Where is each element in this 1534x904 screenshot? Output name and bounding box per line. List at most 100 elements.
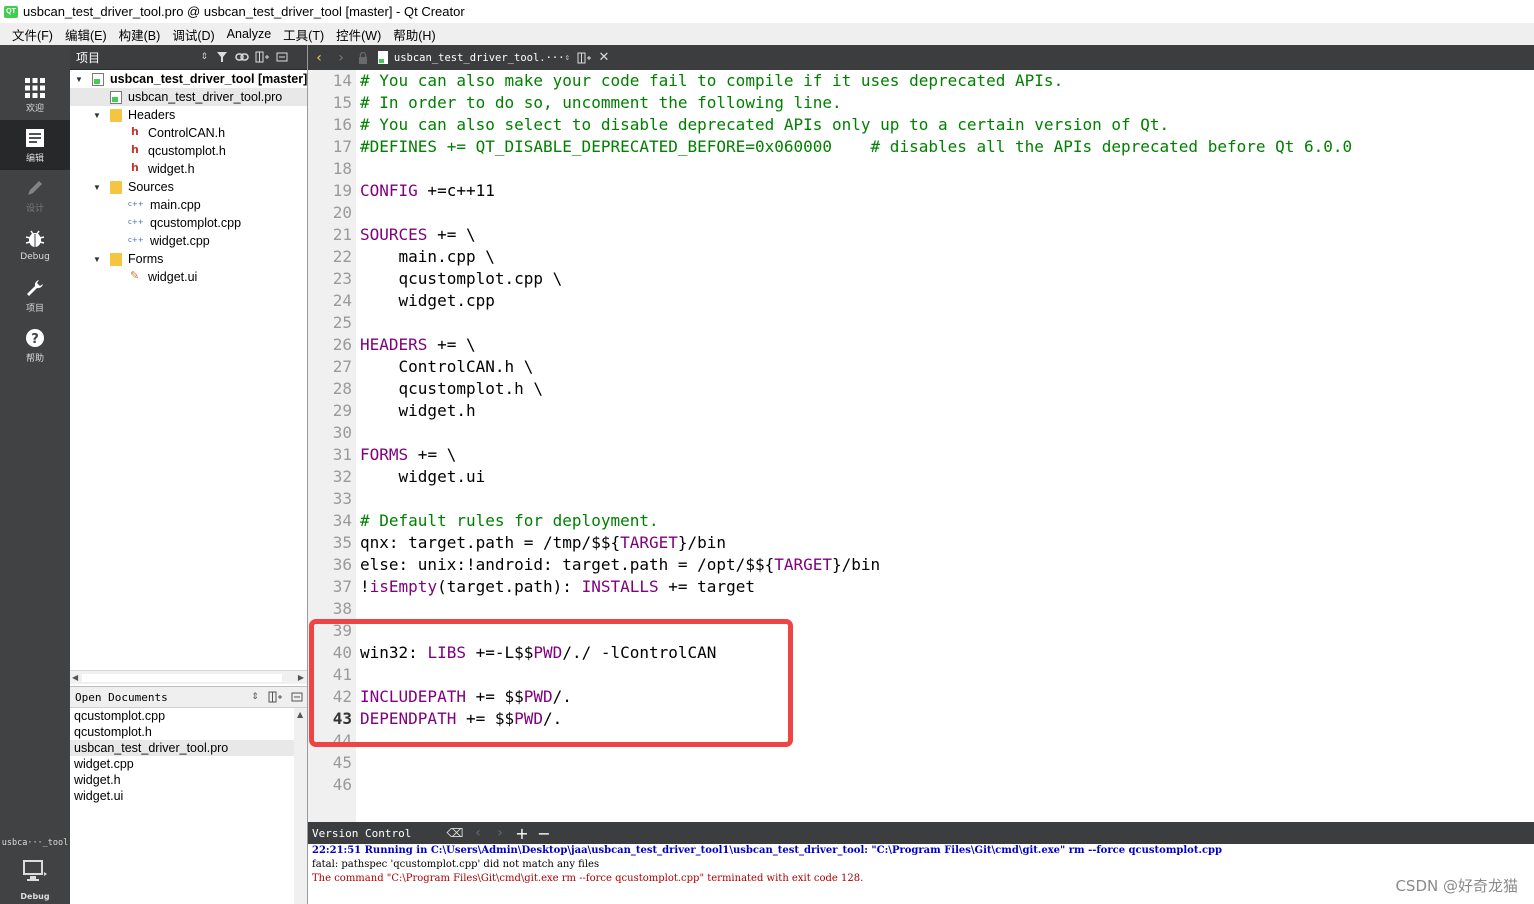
filter-icon[interactable] bbox=[212, 47, 232, 67]
scroll-right-icon[interactable]: ▶ bbox=[298, 673, 304, 682]
kit-selector-label[interactable]: usbca···_tool bbox=[0, 838, 70, 848]
code-line[interactable]: DEPENDPATH += $$PWD/. bbox=[360, 708, 562, 730]
mode-projects[interactable]: 项目 bbox=[0, 270, 70, 320]
scrollbar-thumb[interactable] bbox=[82, 674, 282, 682]
tree-folder-sources[interactable]: ▼ Sources bbox=[70, 178, 308, 196]
tree-item-qcustomplot-h[interactable]: qcustomplot.h bbox=[70, 142, 308, 160]
code-keyword: INSTALLS bbox=[581, 577, 659, 596]
code-line[interactable]: #DEFINES += QT_DISABLE_DEPRECATED_BEFORE… bbox=[360, 136, 1352, 158]
split-add-icon[interactable] bbox=[252, 47, 272, 67]
clear-output-icon[interactable]: ⌫ bbox=[443, 826, 467, 840]
link-icon[interactable] bbox=[232, 47, 252, 67]
code-line[interactable]: FORMS += \ bbox=[360, 444, 456, 466]
tree-folder-forms[interactable]: ▼ Forms bbox=[70, 250, 308, 268]
expand-arrow-icon[interactable]: ▼ bbox=[74, 74, 84, 84]
close-document-icon[interactable]: ✕ bbox=[594, 50, 614, 65]
code-line[interactable]: INCLUDEPATH += $$PWD/. bbox=[360, 686, 572, 708]
document-selector-combo[interactable]: usbcan_test_driver_tool.··· ⇕ bbox=[374, 47, 574, 68]
code-line[interactable]: widget.ui bbox=[360, 466, 486, 488]
watermark: CSDN @好奇龙猫 bbox=[1395, 877, 1518, 895]
code-text: qcustomplot.h \ bbox=[360, 379, 544, 398]
code-keyword: INCLUDEPATH bbox=[360, 687, 466, 706]
code-line[interactable]: qnx: target.path = /tmp/$${TARGET}/bin bbox=[360, 532, 726, 554]
tree-item-pro-file[interactable]: usbcan_test_driver_tool.pro bbox=[70, 88, 308, 106]
code-text: +=-L$$ bbox=[465, 643, 534, 662]
tree-folder-headers[interactable]: ▼ Headers bbox=[70, 106, 308, 124]
navigate-forward-icon[interactable]: › bbox=[330, 50, 352, 66]
code-line[interactable]: widget.h bbox=[360, 400, 476, 422]
split-add-icon[interactable] bbox=[574, 52, 594, 64]
code-line[interactable]: qcustomplot.h \ bbox=[360, 378, 544, 400]
code-line[interactable]: SOURCES += \ bbox=[360, 224, 476, 246]
menu-help[interactable]: 帮助(H) bbox=[387, 25, 441, 44]
line-number: 29 bbox=[332, 401, 352, 420]
code-line[interactable]: HEADERS += \ bbox=[360, 334, 476, 356]
code-comment: # You can also make your code fail to co… bbox=[360, 71, 1064, 90]
menu-debug[interactable]: 调试(D) bbox=[166, 25, 220, 44]
line-number: 15 bbox=[332, 93, 352, 112]
open-document-item[interactable]: widget.ui bbox=[70, 788, 294, 804]
tree-item-widget-ui[interactable]: widget.ui bbox=[70, 268, 308, 286]
code-line[interactable]: CONFIG +=c++11 bbox=[360, 180, 495, 202]
project-tree-horizontal-scrollbar[interactable]: ◀ ▶ bbox=[70, 670, 308, 684]
code-line[interactable]: widget.cpp bbox=[360, 290, 495, 312]
close-panel-icon[interactable] bbox=[286, 692, 308, 702]
expand-arrow-icon[interactable]: ▼ bbox=[92, 182, 102, 192]
open-document-item[interactable]: qcustomplot.h bbox=[70, 724, 294, 740]
tree-item-widget-cpp[interactable]: widget.cpp bbox=[70, 232, 308, 250]
document-selector-label: usbcan_test_driver_tool.··· bbox=[393, 51, 565, 64]
code-line[interactable]: win32: LIBS +=-L$$PWD/./ -lControlCAN bbox=[360, 642, 716, 664]
previous-item-icon[interactable]: ‹ bbox=[467, 825, 489, 841]
tree-item-qcustomplot-cpp[interactable]: qcustomplot.cpp bbox=[70, 214, 308, 232]
code-line[interactable]: # You can also make your code fail to co… bbox=[360, 70, 1063, 92]
scroll-left-icon[interactable]: ◀ bbox=[72, 673, 78, 682]
expand-arrow-icon[interactable]: ▼ bbox=[92, 254, 102, 264]
close-panel-icon[interactable] bbox=[272, 47, 292, 67]
code-line[interactable]: ControlCAN.h \ bbox=[360, 356, 534, 378]
zoom-out-icon[interactable]: − bbox=[533, 824, 555, 843]
zoom-in-icon[interactable]: + bbox=[511, 824, 533, 843]
code-line[interactable]: qcustomplot.cpp \ bbox=[360, 268, 563, 290]
mode-debug[interactable]: Debug bbox=[0, 220, 70, 270]
open-document-item[interactable]: widget.cpp bbox=[70, 756, 294, 772]
code-line[interactable]: !isEmpty(target.path): INSTALLS += targe… bbox=[360, 576, 755, 598]
open-document-item[interactable]: widget.h bbox=[70, 772, 294, 788]
scroll-up-icon[interactable]: ▲ bbox=[297, 710, 303, 719]
mode-edit[interactable]: 编辑 bbox=[0, 120, 70, 170]
code-line[interactable]: # Default rules for deployment. bbox=[360, 510, 659, 532]
tree-project-root[interactable]: ▼ usbcan_test_driver_tool [master] bbox=[70, 70, 308, 88]
code-line[interactable]: else: unix:!android: target.path = /opt/… bbox=[360, 554, 880, 576]
mode-help[interactable]: ? 帮助 bbox=[0, 320, 70, 370]
mode-design[interactable]: 设计 bbox=[0, 170, 70, 220]
open-document-item[interactable]: usbcan_test_driver_tool.pro bbox=[70, 740, 294, 756]
project-view-combo[interactable]: 项目 ⇕ bbox=[72, 47, 212, 68]
menu-analyze[interactable]: Analyze bbox=[221, 27, 277, 41]
mode-welcome[interactable]: 欢迎 bbox=[0, 70, 70, 120]
monitor-icon[interactable] bbox=[22, 858, 48, 888]
open-documents-title: Open Documents bbox=[75, 690, 168, 704]
code-line[interactable]: # You can also select to disable depreca… bbox=[360, 114, 1169, 136]
code-line[interactable]: main.cpp \ bbox=[360, 246, 495, 268]
combo-updown-icon[interactable]: ⇕ bbox=[246, 692, 264, 702]
forms-folder-icon bbox=[110, 252, 122, 266]
tree-item-widget-h[interactable]: widget.h bbox=[70, 160, 308, 178]
tree-item-label: widget.ui bbox=[148, 270, 198, 284]
menu-controls[interactable]: 控件(W) bbox=[330, 25, 387, 44]
expand-arrow-icon[interactable]: ▼ bbox=[92, 110, 102, 120]
menu-build[interactable]: 构建(B) bbox=[113, 25, 167, 44]
tree-item-main-cpp[interactable]: main.cpp bbox=[70, 196, 308, 214]
menu-file[interactable]: 文件(F) bbox=[6, 25, 59, 44]
tree-item-controlcan-h[interactable]: ControlCAN.h bbox=[70, 124, 308, 142]
tree-item-label: Forms bbox=[128, 252, 164, 266]
version-control-output[interactable]: 22:21:51 Running in C:\Users\Admin\Deskt… bbox=[308, 844, 1534, 904]
mode-debug-label: Debug bbox=[20, 252, 50, 262]
open-documents-vertical-scrollbar[interactable]: ▲ bbox=[294, 708, 308, 904]
navigate-back-icon[interactable]: ‹ bbox=[308, 50, 330, 66]
split-add-icon[interactable] bbox=[264, 691, 286, 703]
menu-tools[interactable]: 工具(T) bbox=[277, 25, 330, 44]
menu-edit[interactable]: 编辑(E) bbox=[59, 25, 113, 44]
next-item-icon[interactable]: › bbox=[489, 825, 511, 841]
code-line[interactable]: # In order to do so, uncomment the follo… bbox=[360, 92, 842, 114]
line-number: 40 bbox=[332, 643, 352, 662]
open-document-item[interactable]: qcustomplot.cpp bbox=[70, 708, 294, 724]
